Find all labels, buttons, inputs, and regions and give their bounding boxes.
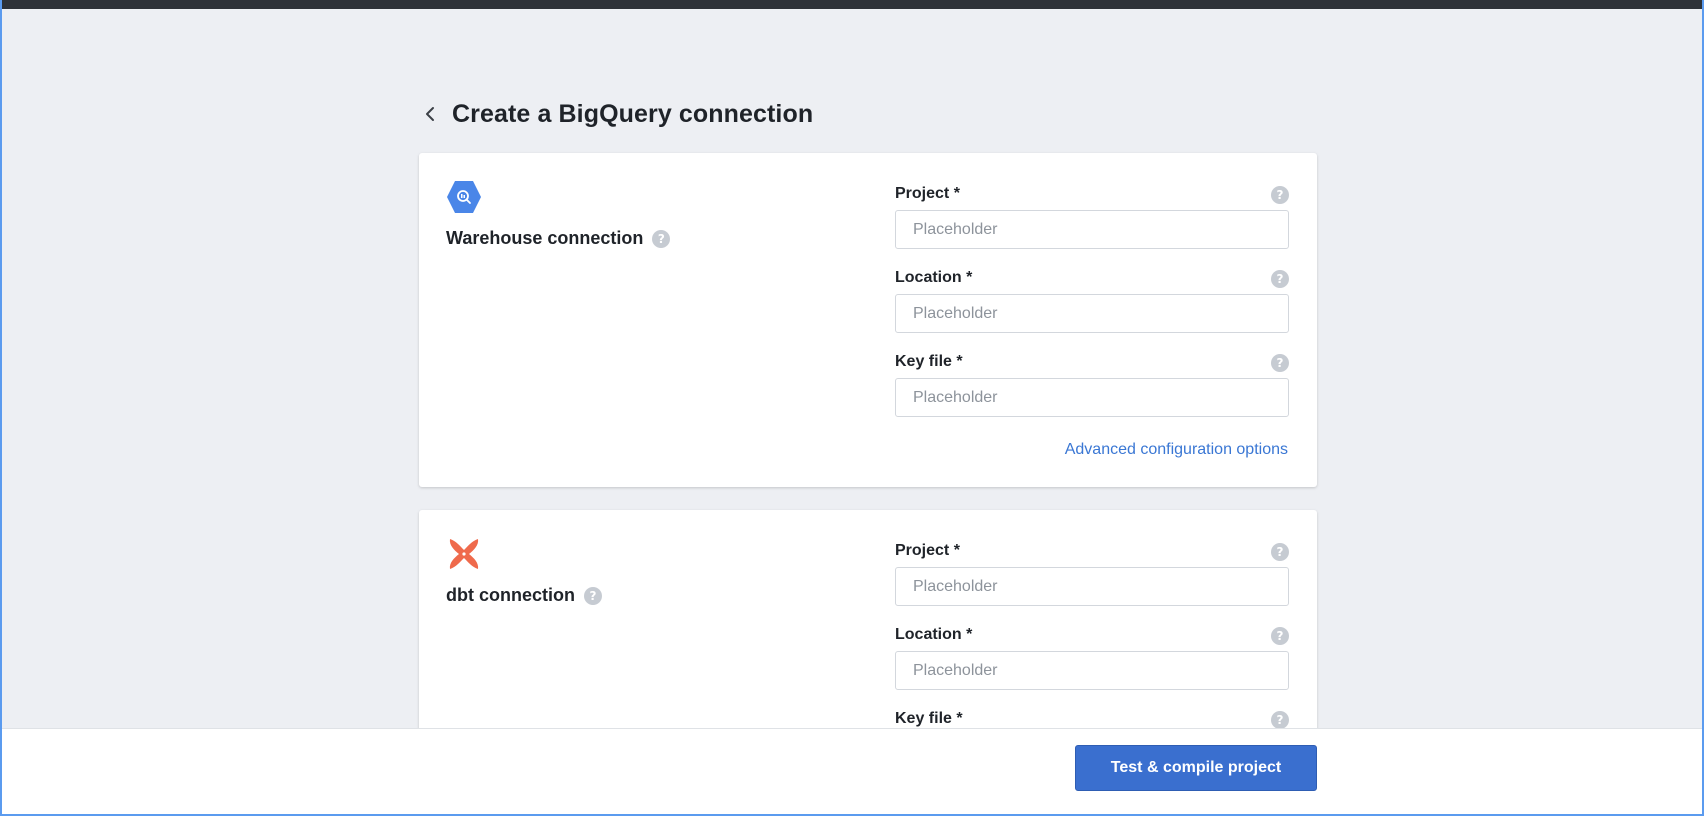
test-compile-button[interactable]: Test & compile project xyxy=(1075,745,1317,791)
dbt-connection-title: dbt connection ? xyxy=(446,585,602,606)
project-label: Project * xyxy=(895,542,960,559)
warehouse-connection-header: Warehouse connection ? xyxy=(446,180,671,249)
warehouse-connection-label: Warehouse connection xyxy=(446,228,644,248)
help-icon[interactable]: ? xyxy=(1271,711,1289,729)
help-icon[interactable]: ? xyxy=(1271,354,1289,372)
help-icon[interactable]: ? xyxy=(1271,270,1289,288)
warehouse-connection-card: Warehouse connection ? Project * ? Locat… xyxy=(419,153,1317,487)
location-input[interactable] xyxy=(895,651,1289,690)
dbt-connection-label: dbt connection xyxy=(446,585,575,605)
location-field: Location * ? xyxy=(895,624,1289,708)
help-icon[interactable]: ? xyxy=(1271,543,1289,561)
dbt-icon xyxy=(449,539,479,569)
key-file-label: Key file * xyxy=(895,710,963,727)
project-input[interactable] xyxy=(895,567,1289,606)
project-field: Project * ? xyxy=(895,183,1289,267)
location-input[interactable] xyxy=(895,294,1289,333)
top-bar xyxy=(2,0,1702,9)
advanced-configuration-link[interactable]: Advanced configuration options xyxy=(1065,441,1288,459)
warehouse-connection-title: Warehouse connection ? xyxy=(446,228,671,249)
key-file-label: Key file * xyxy=(895,353,963,370)
warehouse-fields: Project * ? Location * ? Key file * ? xyxy=(895,183,1289,435)
key-file-field: Key file * ? xyxy=(895,351,1289,435)
project-label: Project * xyxy=(895,185,960,202)
project-field: Project * ? xyxy=(895,540,1289,624)
page-title: Create a BigQuery connection xyxy=(452,99,814,128)
location-label: Location * xyxy=(895,626,973,643)
bigquery-icon xyxy=(447,181,481,213)
location-label: Location * xyxy=(895,269,973,286)
help-icon[interactable]: ? xyxy=(652,229,671,248)
back-button[interactable] xyxy=(420,102,440,126)
help-icon[interactable]: ? xyxy=(584,586,602,605)
project-input[interactable] xyxy=(895,210,1289,249)
page-header: Create a BigQuery connection xyxy=(420,96,813,132)
key-file-input[interactable] xyxy=(895,378,1289,417)
help-icon[interactable]: ? xyxy=(1271,627,1289,645)
footer-bar: Test & compile project xyxy=(2,728,1702,814)
help-icon[interactable]: ? xyxy=(1271,186,1289,204)
dbt-connection-header: dbt connection ? xyxy=(446,537,602,606)
app-frame: Create a BigQuery connection Warehouse c… xyxy=(0,0,1704,816)
location-field: Location * ? xyxy=(895,267,1289,351)
chevron-left-icon xyxy=(426,107,434,121)
